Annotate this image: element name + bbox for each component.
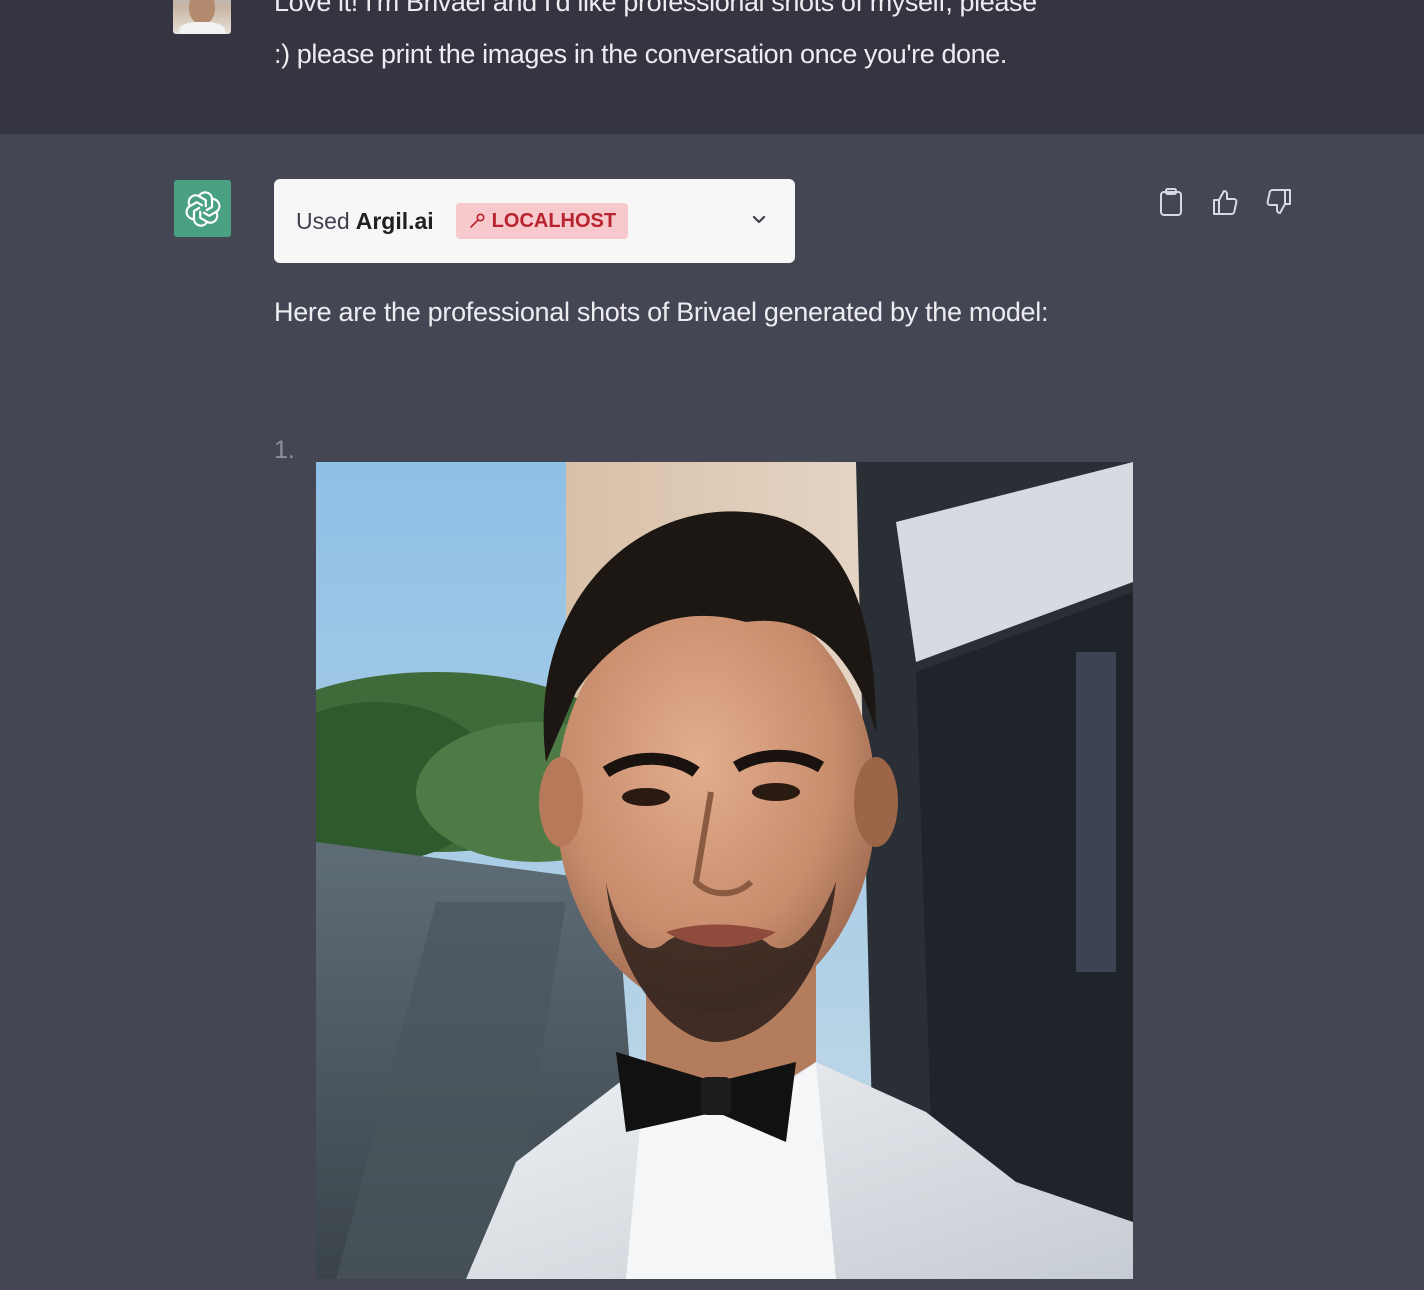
badge-label: LOCALHOST bbox=[491, 209, 617, 232]
like-button[interactable] bbox=[1209, 186, 1241, 218]
clipboard-icon bbox=[1160, 188, 1182, 216]
thumbs-down-icon bbox=[1266, 189, 1291, 214]
copy-button[interactable] bbox=[1155, 186, 1187, 218]
user-message-line-2: :) please print the images in the conver… bbox=[274, 39, 1008, 69]
message-actions bbox=[1155, 186, 1295, 218]
assistant-reply-text: Here are the professional shots of Briva… bbox=[274, 297, 1049, 327]
generated-portrait-image[interactable] bbox=[316, 462, 1133, 1279]
plugin-usage-toggle[interactable]: Used Argil.ai LOCALHOST bbox=[274, 179, 795, 263]
plugin-name: Argil.ai bbox=[355, 207, 434, 234]
localhost-badge: LOCALHOST bbox=[455, 203, 629, 239]
wrench-icon bbox=[469, 213, 485, 228]
user-avatar bbox=[173, 0, 231, 34]
openai-logo-icon bbox=[174, 180, 231, 237]
dislike-button[interactable] bbox=[1263, 186, 1295, 218]
list-item-number: 1. bbox=[274, 436, 295, 464]
user-message-text: Love it! I'm Brivael and I'd like profes… bbox=[274, 0, 1174, 80]
plugin-used-label: Used bbox=[296, 207, 350, 234]
chevron-down-icon[interactable] bbox=[749, 209, 769, 229]
user-message-line-1: Love it! I'm Brivael and I'd like profes… bbox=[274, 0, 1037, 17]
thumbs-up-icon bbox=[1213, 190, 1238, 215]
user-message: Love it! I'm Brivael and I'd like profes… bbox=[0, 0, 1424, 134]
